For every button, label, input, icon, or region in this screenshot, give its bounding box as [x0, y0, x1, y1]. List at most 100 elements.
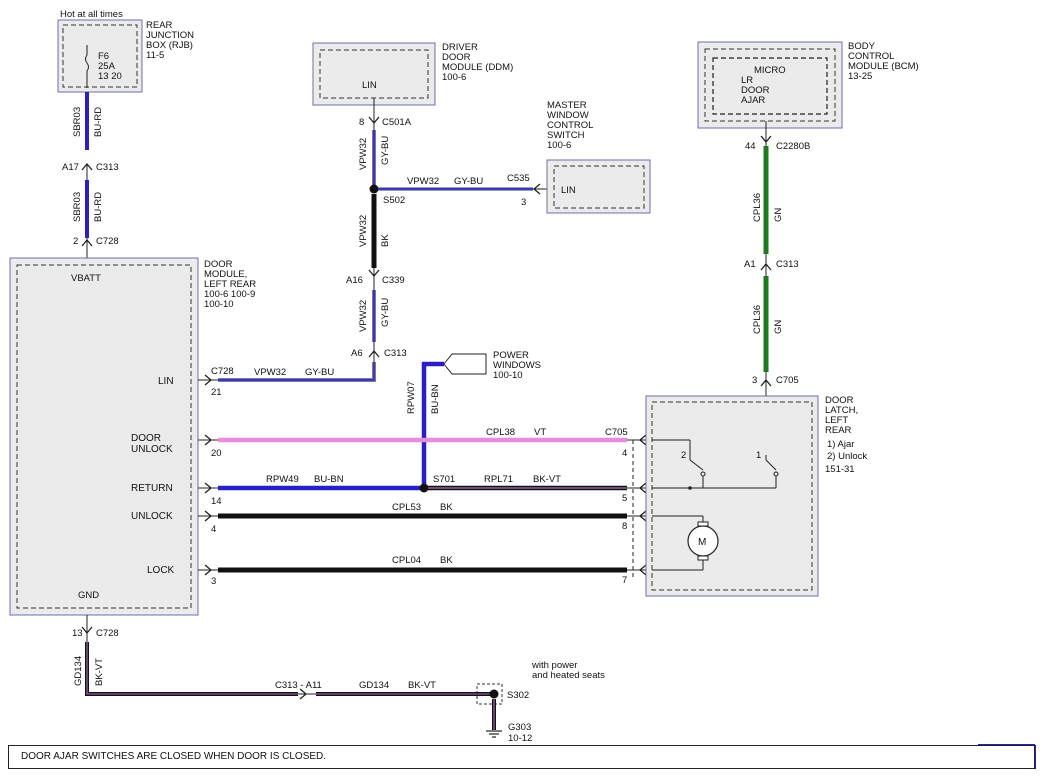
splice-s302: S302 with power and heated seats: [476, 660, 605, 705]
wire-gy-bu-label-4: GY-BU: [305, 367, 334, 378]
connector-c728-label-right: C728: [211, 366, 234, 377]
connector-c313-bcm: A1 C313: [744, 254, 799, 276]
wire-rpl71-label: RPL71: [484, 474, 513, 485]
fuse-ref: 13 20: [98, 71, 122, 82]
connector-c535-label: C535: [507, 173, 530, 184]
wire-cpl36-label-1: CPL36: [752, 193, 763, 222]
wire-gy-bu-label-1: GY-BU: [380, 136, 391, 165]
door-module-pin-door: DOOR: [131, 433, 161, 444]
door-module-vbatt: VBATT: [71, 273, 101, 284]
wire-rpw49: RPW49 BU-BN: [218, 474, 420, 491]
wire-bu-bn-label-2: BU-BN: [314, 474, 344, 485]
door-module-pin-lock: LOCK: [147, 565, 175, 576]
wire-bk-vt-label-3: BK-VT: [408, 680, 436, 691]
wire-gd134-label-1: GD134: [73, 656, 84, 686]
connector-c728-label-bottom: C728: [96, 628, 119, 639]
bcm-micro-label: MICRO: [754, 65, 786, 76]
driver-door-module: LIN DRIVER DOOR MODULE (DDM) 100-6: [312, 42, 513, 106]
rjb-name-4: 11-5: [146, 50, 164, 61]
latch-item-unlock: 2) Unlock: [827, 451, 867, 462]
wire-cpl36-label-2: CPL36: [752, 305, 763, 334]
connector-c705-label-right: C705: [605, 427, 628, 438]
pin-14: 14: [211, 496, 222, 507]
connector-c705-label-top: C705: [776, 375, 799, 386]
splice-s701-label: S701: [433, 474, 455, 485]
pin-8-c501a: 8: [359, 117, 364, 128]
connector-c339-label: C339: [382, 275, 405, 286]
pin-3-lock: 3: [211, 576, 216, 587]
connector-c313-a11-label: C313 - A11: [275, 680, 322, 691]
pin-a6: A6: [351, 348, 363, 359]
connector-c501a-label: C501A: [382, 117, 412, 128]
hot-at-all-times-label: Hot at all times: [60, 9, 123, 20]
wire-gd134-label-2: GD134: [359, 680, 389, 691]
latch-switch-1-label: 1: [756, 450, 761, 461]
pin-13: 13: [72, 628, 83, 639]
pin-4-c705: 4: [622, 448, 627, 459]
connector-c313-label-c: C313: [776, 259, 799, 270]
splice-s302-label: S302: [507, 690, 529, 701]
door-module-pin-lin: LIN: [158, 376, 174, 387]
footer-note: DOOR AJAR SWITCHES ARE CLOSED WHEN DOOR …: [8, 745, 1035, 769]
connector-c2280b-label: C2280B: [776, 141, 810, 152]
pin-a16: A16: [346, 275, 363, 286]
ground-g303-ref: 10-12: [508, 733, 532, 744]
splice-s502-label: S502: [383, 195, 405, 206]
ddm-name-4: 100-6: [442, 72, 466, 83]
latch-ref: 151-31: [825, 464, 855, 475]
wire-rpw07-label: RPW07: [406, 381, 417, 414]
ground-icon: [486, 730, 502, 738]
wire-cpl04-label: CPL04: [392, 555, 421, 566]
wire-cpl04: CPL04 BK: [218, 555, 627, 573]
motor-label: M: [698, 537, 706, 548]
ddm-lin-pin: LIN: [362, 80, 377, 91]
footer-note-text: DOOR AJAR SWITCHES ARE CLOSED WHEN DOOR …: [21, 751, 327, 762]
wire-bk-label-2: BK: [440, 502, 453, 513]
connector-c728-right: C728 21 20 14 4 3: [198, 366, 234, 587]
pin-2: 2: [73, 236, 78, 247]
connector-c705-right: C705 4 5 8 7: [605, 427, 652, 586]
ground-g303: G303 10-12: [486, 699, 532, 744]
pin-3-c705: 3: [752, 375, 757, 386]
pin-a1: A1: [744, 259, 756, 270]
door-module-gnd: GND: [78, 590, 99, 601]
connector-c339: A16 C339: [346, 268, 405, 290]
door-module-pin-unlock: UNLOCK: [131, 511, 173, 522]
connector-c728-top: 2 C728: [73, 236, 119, 258]
wire-bu-bn-label-1: BU-BN: [430, 384, 441, 414]
latch-name-4: REAR: [825, 425, 852, 436]
wiring-diagram: Hot at all times REAR JUNCTION BOX (RJB)…: [9, 9, 1036, 769]
wire-bu-rd-label-1: BU-RD: [93, 107, 104, 137]
pin-20: 20: [211, 448, 222, 459]
wire-vpw32-top: VPW32 GY-BU: [358, 130, 391, 188]
mwcs-lin-pin: LIN: [561, 185, 576, 196]
wire-vpw32-mid: VPW32 GY-BU: [358, 290, 391, 342]
wire-vpw32-label-5: VPW32: [254, 367, 286, 378]
wire-gd134: GD134 BK-VT C313 - A11 GD134 BK-VT: [73, 642, 490, 700]
pin-5-c705: 5: [622, 493, 627, 504]
pin-a17: A17: [62, 162, 79, 173]
connector-c313-rjb: A17 C313: [62, 162, 119, 180]
wire-bk-label-3: BK: [440, 555, 453, 566]
wire-vpw32-label-2: VPW32: [407, 176, 439, 187]
connector-c313-label-b: C313: [384, 348, 407, 359]
wire-sbr03-label-2: SBR03: [72, 192, 83, 222]
wire-cpl53: CPL53 BK: [218, 502, 627, 519]
wire-gn-label-1: GN: [773, 208, 784, 222]
wire-vpw32-label-4: VPW32: [358, 300, 369, 332]
door-module-pin-door-unlock: UNLOCK: [131, 444, 173, 455]
wire-rpw49-label: RPW49: [266, 474, 299, 485]
wire-bk-vt-label-1: BK-VT: [533, 474, 561, 485]
latch-switch-2-label: 2: [681, 450, 686, 461]
wire-gy-bu-label-2: GY-BU: [454, 176, 483, 187]
rear-junction-box: Hot at all times REAR JUNCTION BOX (RJB)…: [57, 9, 194, 93]
door-module-name-5: 100-10: [204, 299, 234, 310]
latch-item-ajar: 1) Ajar: [827, 439, 854, 450]
wire-rpl71: RPL71 BK-VT: [428, 474, 627, 491]
wire-cpl53-label: CPL53: [392, 502, 421, 513]
wire-bk-vt-label-2: BK-VT: [94, 658, 105, 686]
wire-gn-label-2: GN: [773, 320, 784, 334]
pin-44: 44: [745, 141, 756, 152]
door-module-pin-return: RETURN: [131, 483, 173, 494]
bcm-inner-3: AJAR: [741, 95, 765, 106]
